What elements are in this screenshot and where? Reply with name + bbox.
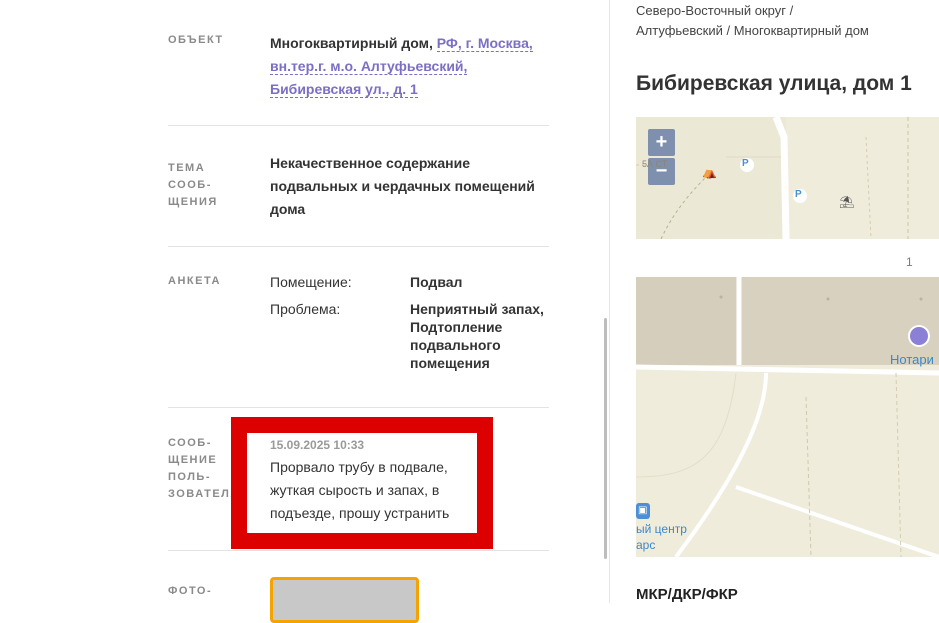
parking-icon: P	[742, 158, 749, 169]
map-scale-label: 5А СТ	[642, 159, 668, 169]
breadcrumb-line-1[interactable]: Северо-Восточный округ /	[636, 0, 793, 22]
object-type: Многоквартирный дом,	[270, 35, 433, 51]
form-key-problem: Проблема:	[270, 301, 341, 317]
bus-stop-icon: ▣	[638, 505, 648, 516]
divider	[168, 125, 549, 126]
sight-icon: ⛱	[839, 195, 855, 209]
form-label: АНКЕТА	[168, 275, 221, 287]
zoom-in-button[interactable]: +	[648, 129, 675, 156]
object-address-link-1[interactable]: РФ, г. Москва,	[436, 35, 533, 52]
photo-thumbnail[interactable]	[270, 577, 419, 623]
message-date: 15.09.2025 10:33	[270, 438, 365, 452]
topic-label: ТЕМА СООБ- ЩЕНИЯ	[168, 162, 218, 208]
map-canvas	[636, 117, 939, 557]
user-message: 15.09.2025 10:33 Прорвало трубу в подвал…	[247, 433, 477, 533]
photo-label: ФОТО-	[168, 585, 213, 597]
poi-center-label[interactable]: ый центр арс	[636, 521, 687, 553]
divider	[168, 550, 549, 551]
form-value-room: Подвал	[410, 274, 463, 290]
shop-icon: ⛺	[702, 165, 717, 179]
object-value: Многоквартирный дом, РФ, г. Москва, вн.т…	[270, 32, 550, 101]
column-divider	[609, 0, 610, 603]
scrollbar[interactable]	[604, 318, 607, 559]
form-value-problem: Неприятный запах, Подтопление подвальног…	[410, 301, 544, 371]
address-title: Бибиревская улица, дом 1	[636, 72, 912, 95]
message-text: Прорвало трубу в подвале, жуткая сырость…	[270, 459, 450, 521]
user-message-label: СООБ- ЩЕНИЕ ПОЛЬ- ЗОВАТЕЛЯ	[168, 437, 240, 500]
house-number-label: 1	[906, 255, 913, 269]
form-key-room: Помещение:	[270, 274, 352, 290]
divider	[168, 407, 549, 408]
object-address-link-3[interactable]: Бибиревская ул., д. 1	[270, 81, 418, 98]
poi-notary-label[interactable]: Нотари	[890, 352, 934, 367]
section-title: МКР/ДКР/ФКР	[636, 586, 738, 603]
breadcrumb-line-2[interactable]: Алтуфьевский / Многоквартирный дом	[636, 20, 869, 42]
topic-value: Некачественное содержание подвальных и ч…	[270, 155, 535, 217]
parking-icon: P	[795, 189, 802, 200]
object-label: ОБЪЕКТ	[168, 34, 224, 46]
highlight-frame: 15.09.2025 10:33 Прорвало трубу в подвал…	[231, 417, 493, 549]
map[interactable]: + − 5А СТ P P ⛺ ⛱ 1 Нотари ый центр арс …	[636, 117, 939, 557]
divider	[168, 246, 549, 247]
request-details-panel: ОБЪЕКТ Многоквартирный дом, РФ, г. Москв…	[0, 0, 609, 623]
object-address-link-2[interactable]: вн.тер.г. м.о. Алтуфьевский,	[270, 58, 468, 75]
